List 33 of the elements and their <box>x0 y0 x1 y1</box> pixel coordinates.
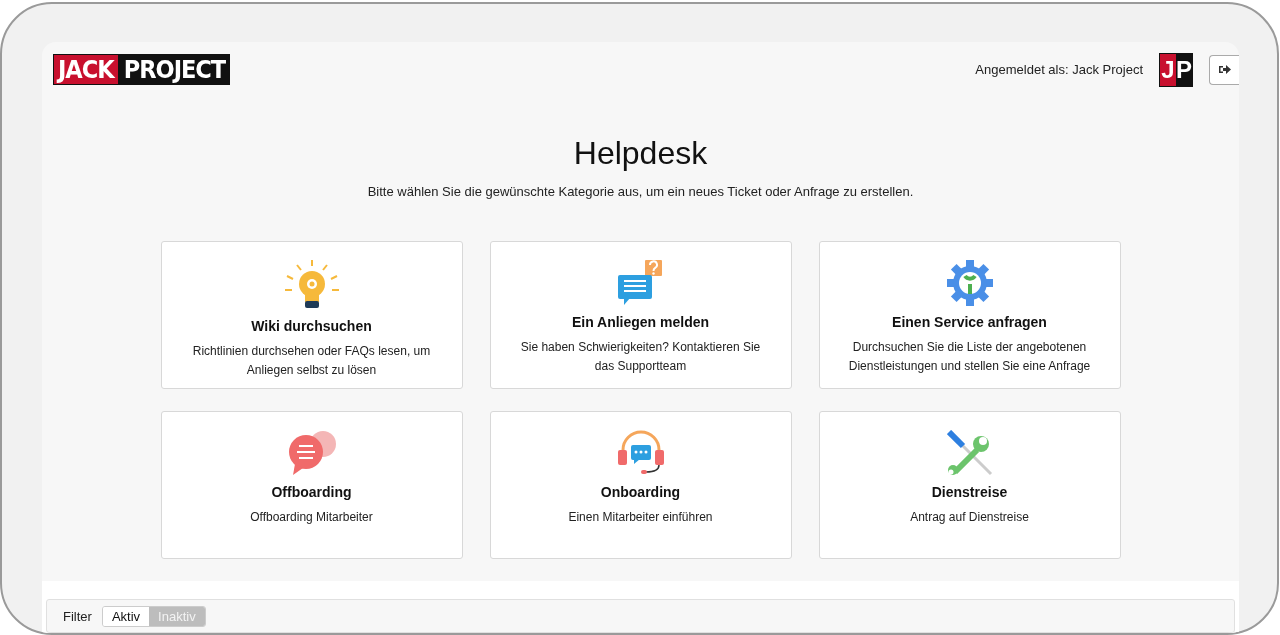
tools-icon <box>946 430 993 476</box>
category-card[interactable]: Dienstreise Antrag auf Dienstreise <box>818 411 1121 559</box>
avatar-logo: JP <box>1159 52 1193 87</box>
gear-icon <box>946 260 993 306</box>
card-description: Durchsuchen Sie die Liste der angebotenen Dienstleistungen und stellen Sie eine Anfrage <box>847 339 1092 375</box>
category-card[interactable]: Ein Anliegen melden Sie haben Schwierigkeiten? Kontaktieren Sie das Supportteam <box>489 241 792 389</box>
card-description: Richtlinien durchsehen oder FAQs lesen, um Anliegen selbst zu lösen <box>191 343 432 379</box>
card-description: Sie haben Schwierigkeiten? Kontaktieren Sie das Supportteam <box>519 339 762 375</box>
logo-text: PROJECT <box>118 54 231 85</box>
headset-icon <box>615 430 666 476</box>
logo-text: JACK <box>53 54 119 85</box>
card-title: Einen Service anfragen <box>892 314 1047 330</box>
card-description: Antrag auf Dienstreise <box>910 509 1029 526</box>
logout-button[interactable] <box>1209 54 1239 85</box>
card-title: Wiki durchsuchen <box>251 318 372 334</box>
filter-toggle-option[interactable]: Aktiv <box>102 606 150 626</box>
card-title: Ein Anliegen melden <box>571 314 710 330</box>
card-title: Dienstreise <box>931 484 1008 500</box>
logout-icon <box>1218 64 1231 75</box>
chat-bubbles-icon <box>286 430 337 476</box>
filter-label: Filter <box>63 608 92 624</box>
category-card[interactable]: Offboarding Offboarding Mitarbeiter <box>160 411 463 559</box>
card-title: Offboarding <box>271 484 352 500</box>
category-card[interactable]: Wiki durchsuchen Richtlinien durchsehen oder FAQs lesen, um Anliegen selbst zu lösen <box>160 241 463 389</box>
page-subtitle: Bitte wählen Sie die gewünschte Kategorie aus, um ein neues Ticket oder Anfrage zu erstellen. <box>367 184 914 199</box>
category-card[interactable]: Onboarding Einen Mitarbeiter einführen <box>489 411 792 559</box>
card-title: Onboarding <box>600 484 681 500</box>
category-card[interactable]: Einen Service anfragen Durchsuchen Sie die Liste der angebotenen Dienstleistungen und stellen Sie eine Anfrage <box>818 241 1121 389</box>
page-title: Helpdesk <box>573 135 708 172</box>
card-description: Einen Mitarbeiter einführen <box>568 509 713 526</box>
card-description: Offboarding Mitarbeiter <box>250 509 373 526</box>
signed-in-label: Angemeldet als: Jack Project <box>975 62 1143 77</box>
lightbulb-icon <box>282 260 341 310</box>
